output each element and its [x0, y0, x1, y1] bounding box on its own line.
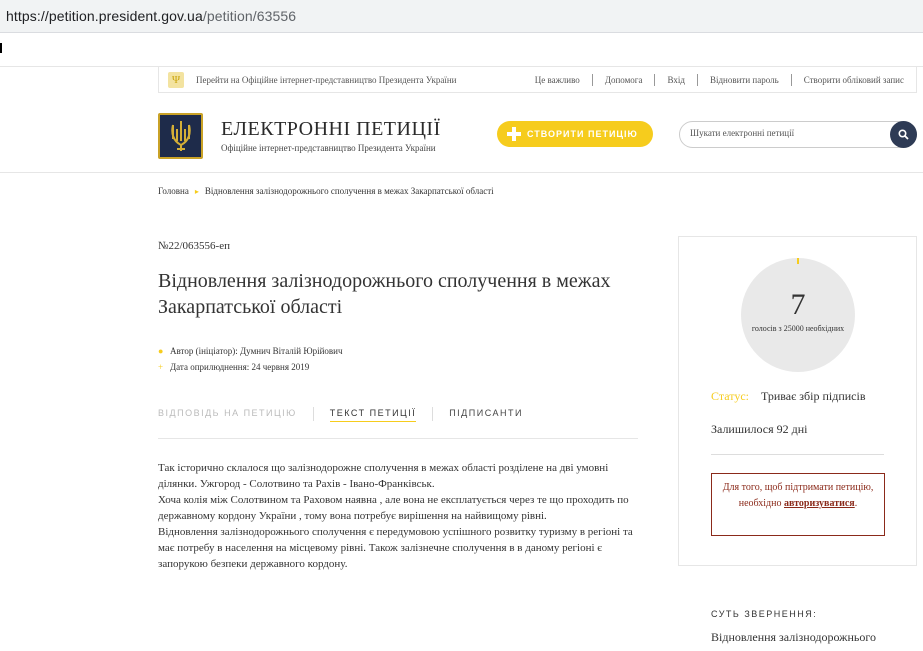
- search-icon: [898, 129, 909, 140]
- topnav-links: Це важливо Допомога Вхід Відновити парол…: [523, 73, 916, 86]
- petition-title: Відновлення залізнодорожнього сполучення…: [158, 270, 611, 318]
- votes-count: 7: [790, 288, 806, 321]
- breadcrumb-arrow-icon: ▸: [194, 186, 199, 196]
- topnav-restore-password-link[interactable]: Відновити пароль: [698, 75, 791, 85]
- progress-tick: [797, 258, 799, 264]
- header-divider: [0, 172, 923, 173]
- plus-icon: [507, 127, 521, 141]
- breadcrumb: Головна ▸ Відновлення залізнодорожнього …: [158, 186, 494, 196]
- topnav-register-link[interactable]: Створити обліковий запис: [792, 75, 916, 85]
- author-text: Автор (ініціатор): Думнич Віталій Юрійов…: [170, 346, 343, 356]
- tab-petition-text[interactable]: ТЕКСТ ПЕТИЦІЇ: [329, 407, 417, 422]
- tab-signers[interactable]: ПІДПИСАНТИ: [449, 407, 523, 438]
- divider: [711, 454, 884, 455]
- votes-panel: 7 голосів з 25000 необхідних Статус: Трив…: [678, 236, 917, 566]
- site-subtitle: Офіційне інтернет-представництво Президе…: [221, 143, 436, 153]
- text-cursor: [0, 43, 2, 53]
- trident-mini-icon: Ψ: [168, 71, 184, 88]
- tab-answer: ВІДПОВІДЬ НА ПЕТИЦІЮ: [158, 408, 297, 418]
- status-label: Статус:: [711, 389, 749, 403]
- site-title[interactable]: ЕЛЕКТРОННІ ПЕТИЦІЇ: [221, 118, 441, 141]
- essence-heading: СУТЬ ЗВЕРНЕННЯ:: [711, 609, 818, 619]
- search-box: [679, 121, 917, 148]
- user-icon: ●: [158, 346, 164, 356]
- petition-paragraph: Так історично склалося що залізнодорожне…: [158, 462, 609, 490]
- breadcrumb-current: Відновлення залізнодорожнього сполучення…: [204, 186, 494, 196]
- topnav-important-link[interactable]: Це важливо: [523, 75, 592, 85]
- date-text: Дата оприлюднення: 24 червня 2019: [170, 362, 310, 372]
- trident-logo-icon[interactable]: [158, 113, 203, 159]
- divider: [312, 407, 314, 421]
- votes-progress-circle: 7 голосів з 25000 необхідних: [741, 258, 855, 372]
- votes-needed: голосів з 25000 необхідних: [751, 324, 845, 333]
- status-value: Триває збір підписів: [761, 389, 866, 403]
- petition-number: №22/063556-еп: [158, 240, 230, 252]
- url-path: /petition/63556: [202, 8, 297, 24]
- topnav-login-link[interactable]: Вхід: [655, 75, 696, 85]
- browser-address-bar[interactable]: https://petition.president.gov.ua/petiti…: [0, 0, 923, 33]
- breadcrumb-home[interactable]: Головна: [158, 186, 189, 196]
- plus-small-icon: +: [158, 362, 164, 372]
- address-url[interactable]: https://petition.president.gov.ua/petiti…: [6, 8, 296, 24]
- petition-text: Так історично склалося що залізнодорожне…: [158, 460, 638, 572]
- petition-author: ● Автор (ініціатор): Думнич Віталій Юрій…: [158, 346, 343, 356]
- divider: [432, 407, 434, 421]
- top-utility-nav: Ψ Перейти на Офіційне інтернет-представн…: [158, 67, 917, 93]
- create-petition-label: СТВОРИТИ ПЕТИЦІЮ: [527, 129, 638, 139]
- petition-paragraph: Відновлення залізнодорожнього сполучення…: [158, 526, 633, 570]
- essence-text: Відновлення залізнодорожнього: [711, 630, 876, 644]
- petition-status: Статус: Триває збір підписів: [711, 389, 866, 404]
- topnav-help-link[interactable]: Допомога: [593, 75, 655, 85]
- create-petition-button[interactable]: СТВОРИТИ ПЕТИЦІЮ: [497, 121, 653, 147]
- search-button[interactable]: [890, 121, 917, 148]
- days-remaining: Залишилося 92 дні: [711, 422, 808, 436]
- petition-date: + Дата оприлюднення: 24 червня 2019: [158, 362, 309, 372]
- auth-link[interactable]: авторизуватися: [784, 498, 855, 509]
- petition-tabs: ВІДПОВІДЬ НА ПЕТИЦІЮ ТЕКСТ ПЕТИЦІЇ ПІДПИ…: [158, 407, 638, 439]
- auth-end: .: [854, 498, 858, 509]
- petition-paragraph: Хоча колія між Солотвином та Раховом ная…: [158, 494, 629, 522]
- search-input[interactable]: [690, 128, 885, 138]
- auth-notice: Для того, щоб підтримати петицію, необхі…: [711, 473, 885, 536]
- url-host: https://petition.president.gov.ua: [6, 8, 203, 24]
- gov-site-link[interactable]: Перейти на Офіційне інтернет-представниц…: [196, 75, 457, 85]
